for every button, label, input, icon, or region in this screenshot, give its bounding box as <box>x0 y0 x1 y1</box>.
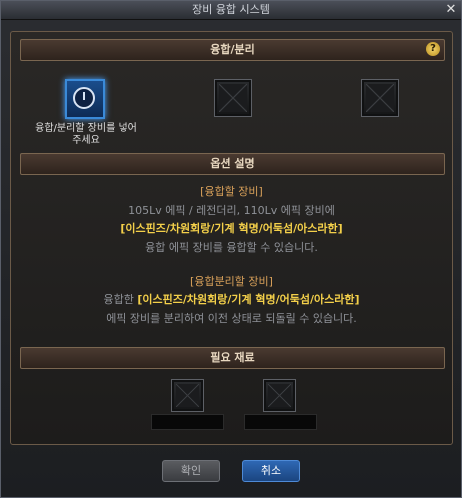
window-title: 장비 융합 시스템 <box>192 3 270 16</box>
split-line-1-prefix: 융합한 <box>103 293 138 306</box>
split-equipment-title: [융합분리할 장비] <box>190 275 273 288</box>
fusion-line-3: 융합 에픽 장비를 융합할 수 있습니다. <box>145 241 318 254</box>
confirm-button[interactable]: 확인 <box>162 460 220 482</box>
material-2-name-box <box>244 414 317 430</box>
help-icon[interactable]: ? <box>426 42 440 56</box>
equipment-slot-second[interactable] <box>214 79 252 117</box>
materials-section-title: 필요 재료 <box>210 351 255 364</box>
material-slot-1[interactable] <box>171 379 204 412</box>
title-bar[interactable]: 장비 융합 시스템 ✕ <box>1 1 461 20</box>
split-line-1: 융합한 [이스핀즈/차원회랑/기계 혁명/어둑섬/아스라한] <box>20 293 443 307</box>
options-section-title: 옵션 설명 <box>210 157 255 170</box>
equipment-slot-main[interactable] <box>65 79 105 119</box>
slot-caption-line1: 융합/분리할 장비를 넣어 <box>35 123 137 134</box>
empty-slot-icon <box>366 84 394 112</box>
power-icon <box>73 87 95 109</box>
slot-caption: 융합/분리할 장비를 넣어 주세요 <box>11 123 161 147</box>
empty-slot-icon <box>219 84 247 112</box>
split-line-2: 에픽 장비를 분리하여 이전 상태로 되돌릴 수 있습니다. <box>106 312 357 325</box>
empty-slot-icon <box>176 384 199 407</box>
fusion-line-1: 105Lv 에픽 / 레전더리, 110Lv 에픽 장비에 <box>128 204 335 217</box>
material-1-name-box <box>151 414 224 430</box>
empty-slot-icon <box>268 384 291 407</box>
materials-section-header: 필요 재료 <box>20 347 445 369</box>
fusion-window: 장비 융합 시스템 ✕ 융합/분리 ? 융합/분리할 장비를 넣어 주세요 옵션… <box>0 0 462 498</box>
fusion-line-2: [이스핀즈/차원회랑/기계 혁명/어둑섬/아스라한] <box>120 222 343 235</box>
fusion-equipment-title: [융합할 장비] <box>200 185 263 198</box>
material-slot-2[interactable] <box>263 379 296 412</box>
options-section-header: 옵션 설명 <box>20 153 445 175</box>
fusion-section-title: 융합/분리 <box>210 43 255 56</box>
split-line-1-highlight: [이스핀즈/차원회랑/기계 혁명/어둑섬/아스라한] <box>137 293 360 306</box>
equipment-slot-result[interactable] <box>361 79 399 117</box>
slot-caption-line2: 주세요 <box>72 135 100 146</box>
fusion-section-header: 융합/분리 ? <box>20 39 445 61</box>
close-icon[interactable]: ✕ <box>444 3 458 17</box>
cancel-button[interactable]: 취소 <box>242 460 300 482</box>
